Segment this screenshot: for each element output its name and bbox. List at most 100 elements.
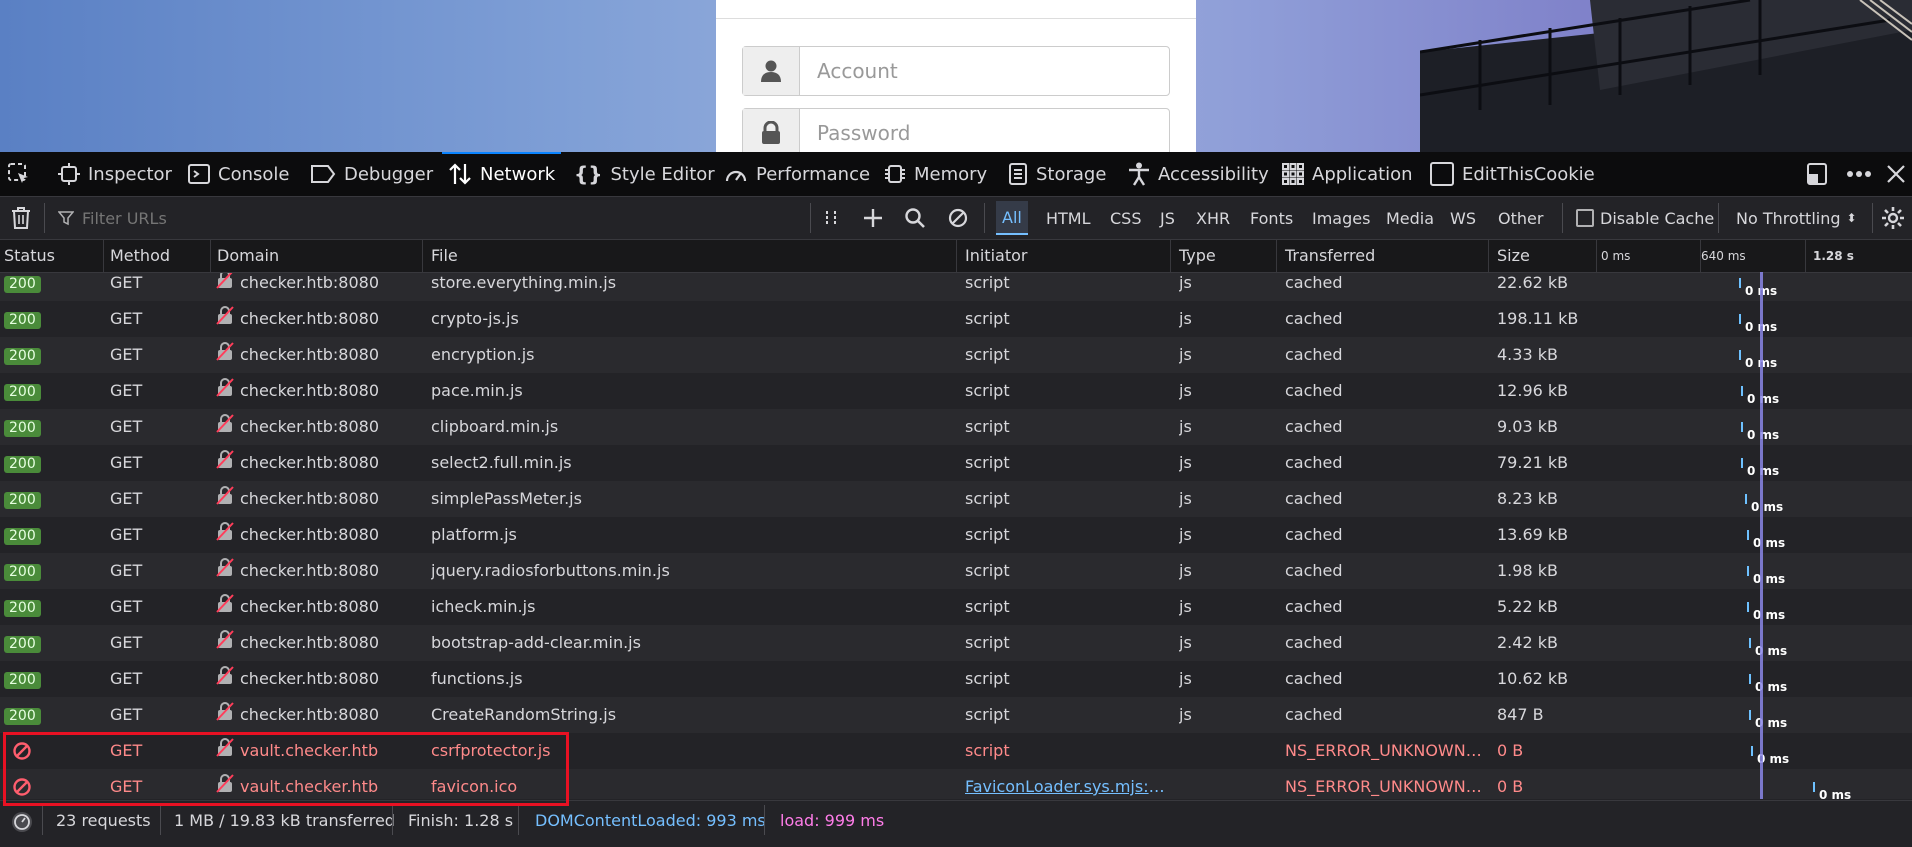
filter-xhr[interactable]: XHR	[1196, 197, 1230, 239]
filter-icon	[58, 211, 74, 226]
table-row[interactable]: 200 GET checker.htb:8080 pace.min.js script j…	[0, 373, 1912, 409]
column-domain[interactable]: Domain	[211, 240, 423, 272]
dock-side-icon[interactable]	[1806, 152, 1828, 196]
tab-application[interactable]: Application	[1282, 152, 1413, 196]
throttling-select[interactable]: No Throttling ⬍	[1736, 197, 1857, 239]
status-cell: 200	[4, 625, 100, 661]
filter-html[interactable]: HTML	[1046, 197, 1091, 239]
method-cell: GET	[110, 705, 143, 724]
column-type[interactable]: Type	[1171, 240, 1277, 272]
status-cell: 200	[4, 409, 100, 445]
table-row[interactable]: 200 GET checker.htb:8080 select2.full.min.j…	[0, 445, 1912, 481]
table-row[interactable]: 200 GET checker.htb:8080 jquery.radiosforbu…	[0, 553, 1912, 589]
inspector-icon	[58, 163, 80, 185]
transferred-cell: cached	[1285, 705, 1343, 724]
gear-icon[interactable]	[1880, 197, 1906, 239]
timing-label: 0 ms	[1753, 572, 1786, 586]
highlight-box	[3, 732, 569, 806]
disable-cache-checkbox[interactable]: Disable Cache	[1576, 197, 1714, 239]
status-cell: 200	[4, 373, 100, 409]
tab-console[interactable]: Console	[188, 152, 289, 196]
table-row[interactable]: 200 GET checker.htb:8080 functions.js script…	[0, 661, 1912, 697]
more-options-icon[interactable]	[1846, 152, 1872, 196]
status-badge: 200	[4, 348, 41, 365]
element-picker-icon[interactable]	[6, 152, 32, 196]
filter-all[interactable]: All	[996, 201, 1028, 235]
table-row[interactable]: 200 GET checker.htb:8080 simplePassMeter.js…	[0, 481, 1912, 517]
tab-style-editor[interactable]: {} Style Editor	[574, 152, 715, 196]
filter-js[interactable]: JS	[1160, 197, 1175, 239]
table-row[interactable]: 200 GET checker.htb:8080 store.everything.m…	[0, 273, 1912, 301]
tab-memory[interactable]: Memory	[884, 152, 987, 196]
tab-network[interactable]: Network	[442, 152, 562, 196]
table-row[interactable]: 200 GET checker.htb:8080 platform.js script j…	[0, 517, 1912, 553]
initiator-cell[interactable]: FaviconLoader.sys.mjs:1…	[965, 769, 1165, 799]
trash-icon[interactable]	[10, 197, 32, 239]
filter-other[interactable]: Other	[1498, 197, 1543, 239]
timing-bar	[1741, 422, 1743, 432]
table-row[interactable]: 200 GET checker.htb:8080 icheck.min.js scrip…	[0, 589, 1912, 625]
column-method[interactable]: Method	[104, 240, 211, 272]
column-initiator[interactable]: Initiator	[957, 240, 1171, 272]
password-field[interactable]: Password	[742, 108, 1170, 152]
block-requests-icon[interactable]	[948, 197, 968, 239]
domain-text: checker.htb:8080	[240, 633, 379, 652]
status-cell: 200	[4, 517, 100, 553]
domain-cell: checker.htb:8080	[216, 301, 420, 337]
insecure-lock-icon	[216, 338, 234, 374]
filter-urls-input[interactable]	[58, 197, 798, 239]
domain-cell: checker.htb:8080	[216, 517, 420, 553]
account-field[interactable]: Account	[742, 46, 1170, 96]
file-cell: jquery.radiosforbuttons.min.js	[431, 561, 670, 580]
size-cell: 10.62 kB	[1497, 669, 1569, 688]
column-transferred[interactable]: Transferred	[1277, 240, 1489, 272]
tab-editthiscookie[interactable]: EditThisCookie	[1430, 152, 1595, 196]
table-row[interactable]: 200 GET checker.htb:8080 encryption.js scrip…	[0, 337, 1912, 373]
column-status[interactable]: Status	[0, 240, 104, 272]
column-waterfall[interactable]: 0 ms 640 ms 1.28 s	[1597, 240, 1912, 272]
method-cell: GET	[110, 525, 143, 544]
filter-images[interactable]: Images	[1312, 197, 1370, 239]
close-icon[interactable]	[1886, 152, 1906, 196]
filter-css[interactable]: CSS	[1110, 197, 1141, 239]
insecure-lock-icon	[216, 518, 234, 554]
building-image	[1420, 0, 1912, 152]
transferred-cell: cached	[1285, 381, 1343, 400]
domain-text: checker.htb:8080	[240, 561, 379, 580]
type-cell: js	[1179, 381, 1192, 400]
stopwatch-icon[interactable]	[10, 801, 34, 840]
status-cell: 200	[4, 661, 100, 697]
tab-storage[interactable]: Storage	[1008, 152, 1106, 196]
requests-table-body: 200 GET checker.htb:8080 store.everything.m…	[0, 273, 1912, 799]
sort-arrows-icon: ⬍	[1846, 211, 1857, 225]
account-placeholder: Account	[817, 59, 898, 83]
status-badge: 200	[4, 420, 41, 437]
tab-label: Application	[1312, 163, 1413, 185]
table-row[interactable]: 200 GET checker.htb:8080 clipboard.min.js sc…	[0, 409, 1912, 445]
filter-field[interactable]	[80, 207, 784, 229]
waterfall-cell: 0 ms	[1597, 445, 1912, 481]
domain-text: checker.htb:8080	[240, 273, 379, 292]
tab-inspector[interactable]: Inspector	[58, 152, 172, 196]
timing-label: 0 ms	[1747, 428, 1780, 442]
waterfall-tick: 0 ms	[1601, 249, 1631, 263]
tab-debugger[interactable]: Debugger	[310, 152, 433, 196]
pause-icon[interactable]	[822, 197, 840, 239]
tab-accessibility[interactable]: Accessibility	[1128, 152, 1269, 196]
table-row[interactable]: 200 GET checker.htb:8080 bootstrap-add-clea…	[0, 625, 1912, 661]
filter-ws[interactable]: WS	[1450, 197, 1476, 239]
method-cell: GET	[110, 669, 143, 688]
size-cell: 79.21 kB	[1497, 453, 1569, 472]
filter-fonts[interactable]: Fonts	[1250, 197, 1293, 239]
column-file[interactable]: File	[423, 240, 957, 272]
table-row[interactable]: 200 GET checker.htb:8080 CreateRandomString…	[0, 697, 1912, 733]
search-icon[interactable]	[904, 197, 926, 239]
table-row[interactable]: 200 GET checker.htb:8080 crypto-js.js script…	[0, 301, 1912, 337]
tab-performance[interactable]: Performance	[724, 152, 870, 196]
column-size[interactable]: Size	[1489, 240, 1597, 272]
status-badge: 200	[4, 492, 41, 509]
add-request-icon[interactable]	[862, 197, 884, 239]
domain-text: checker.htb:8080	[240, 309, 379, 328]
file-cell: pace.min.js	[431, 381, 523, 400]
filter-media[interactable]: Media	[1386, 197, 1434, 239]
